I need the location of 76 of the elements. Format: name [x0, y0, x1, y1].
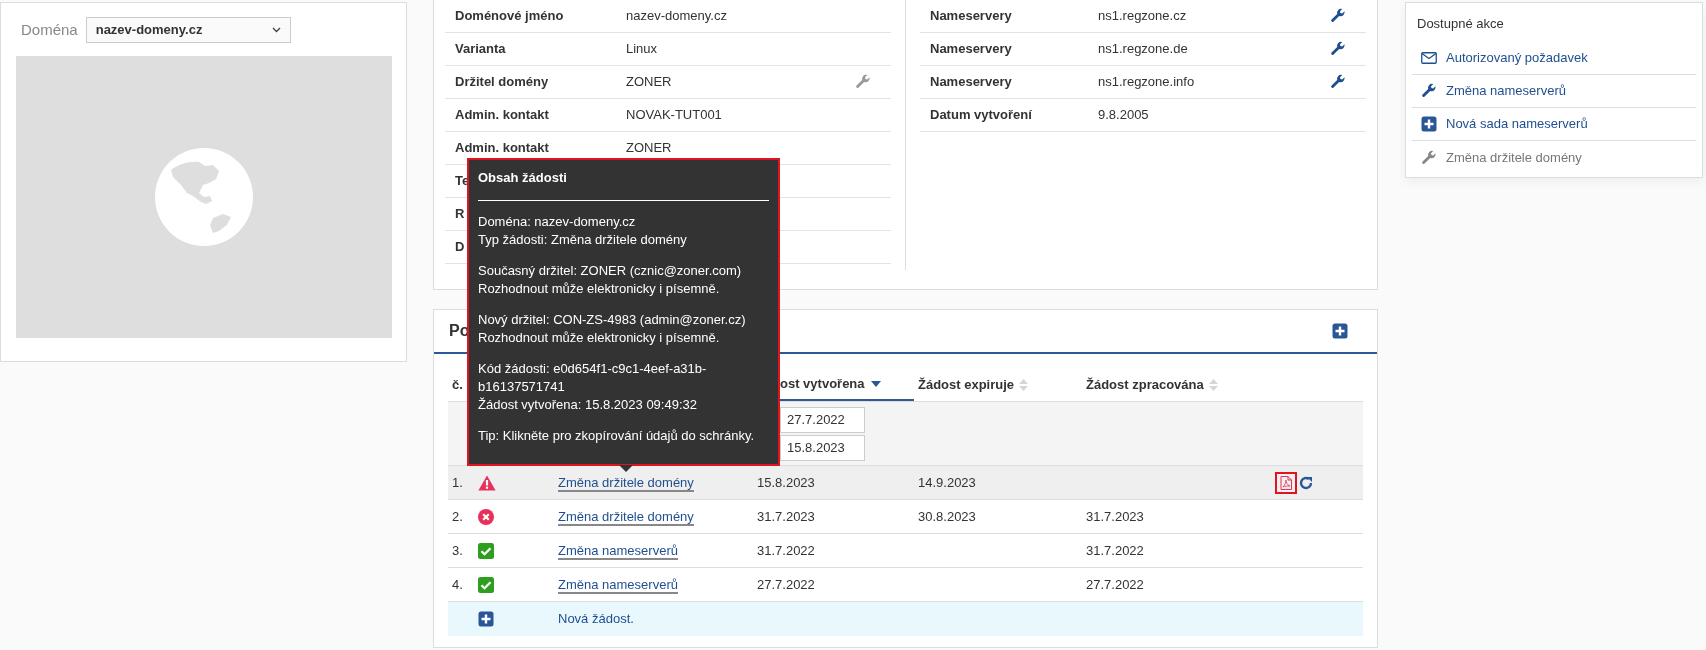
- field-label: Nameservery: [930, 40, 1012, 59]
- request-type-link[interactable]: Změna nameserverů: [558, 542, 678, 560]
- sort-descending-icon[interactable]: [870, 380, 881, 387]
- tooltip-text: Současný držitel: ZONER (cznic@zoner.com): [478, 261, 743, 280]
- table-cell-text: 27.7.2022: [756, 575, 816, 594]
- field-value: ns1.regzone.de: [1098, 40, 1188, 59]
- table-cell-text: 14.9.2023: [917, 473, 977, 492]
- domain-label: Doména: [21, 19, 78, 40]
- table-cell-text: 31.7.2022: [1085, 541, 1145, 560]
- panel-title: Dostupné akce: [1416, 15, 1505, 33]
- pdf-button[interactable]: [1275, 471, 1297, 494]
- column-header: č.: [451, 375, 464, 394]
- field-label: Nameservery: [930, 7, 1012, 26]
- pdf-icon: [1280, 475, 1292, 490]
- row-number: 2.: [451, 507, 464, 526]
- action-link[interactable]: Změna nameserverů: [1446, 81, 1566, 101]
- column-header[interactable]: Žádost expiruje: [918, 374, 1015, 395]
- field-value: ns1.regzone.cz: [1098, 7, 1187, 26]
- field-label: Admin. kontakt: [455, 139, 549, 158]
- action-link[interactable]: Nová sada nameserverů: [1446, 114, 1588, 134]
- chevron-down-icon: [271, 27, 281, 33]
- field-value: ZONER: [626, 73, 672, 92]
- tooltip-text: Rozhodnout může elektronicky i písemně.: [478, 279, 721, 298]
- table-cell-text: 31.7.2023: [1085, 507, 1145, 526]
- plus-icon: [1421, 116, 1437, 132]
- field-label: R: [455, 205, 465, 224]
- refresh-icon[interactable]: [1299, 475, 1313, 490]
- wrench-icon[interactable]: [1421, 149, 1437, 166]
- edit-icon[interactable]: [1330, 41, 1346, 57]
- tooltip-text: Žádost vytvořena: 15.8.2023 09:49:32: [478, 395, 698, 414]
- tooltip-text: Typ žádosti: Změna držitele domény: [478, 230, 688, 249]
- edit-icon[interactable]: [1330, 74, 1346, 90]
- table-cell-text: 31.7.2023: [756, 507, 816, 526]
- action-link[interactable]: Autorizovaný požadavek: [1446, 48, 1588, 68]
- date-filter-field[interactable]: 27.7.2022: [780, 407, 865, 433]
- new-request-link[interactable]: Nová žádost.: [554, 609, 753, 629]
- field-label: Datum vytvoření: [930, 106, 1032, 125]
- field-value: 9.8.2005: [1098, 106, 1149, 125]
- field-label: Nameservery: [930, 73, 1012, 92]
- table-cell-text: 31.7.2022: [756, 541, 816, 560]
- request-row[interactable]: 1. Změna držitele domény 15.8.2023 14.9.2023: [448, 466, 1363, 500]
- tooltip-text: Doména: nazev-domeny.cz: [478, 212, 637, 231]
- tooltip-text: Nový držitel: CON-ZS-4983 (admin@zoner.cz): [478, 310, 747, 329]
- domain-select[interactable]: nazev-domeny.cz: [85, 17, 291, 43]
- table-cell-text: 27.7.2022: [1085, 575, 1145, 594]
- field-value: Linux: [626, 40, 658, 59]
- row-number: 4.: [451, 575, 464, 594]
- tooltip-text: Tip: Klikněte pro zkopírování údajů do schránky.: [478, 426, 756, 445]
- tooltip-text: Kód žádosti: e0d654f1-c9c1-4eef-a31b-b16137571741: [478, 359, 708, 396]
- table-cell-text: 15.8.2023: [756, 473, 816, 492]
- tooltip-text: Rozhodnout může elektronicky i písemně.: [478, 328, 721, 347]
- add-icon[interactable]: [1332, 323, 1348, 339]
- row-number: 3.: [451, 541, 464, 560]
- request-type-link[interactable]: Změna držitele domény: [558, 508, 694, 526]
- field-value: ns1.regzone.info: [1098, 73, 1195, 92]
- edit-icon[interactable]: [1330, 8, 1346, 24]
- wrench-icon[interactable]: [1421, 83, 1437, 99]
- field-value: ZONER: [626, 139, 672, 158]
- request-type-link[interactable]: Změna nameserverů: [558, 576, 678, 594]
- date-filter-field[interactable]: 15.8.2023: [780, 435, 865, 461]
- column-header[interactable]: Žádost zpracována: [1086, 374, 1204, 395]
- add-icon[interactable]: [478, 611, 494, 627]
- field-value: NOVAK-TUT001: [626, 106, 722, 125]
- globe-icon: [155, 148, 253, 246]
- mail-icon: [1421, 52, 1437, 64]
- field-label: Doménové jméno: [455, 7, 564, 26]
- request-type-link[interactable]: Změna držitele domény: [558, 474, 694, 492]
- table-cell-text: 30.8.2023: [917, 507, 977, 526]
- column-header[interactable]: ost vytvořena: [780, 373, 865, 394]
- row-number: 1.: [451, 473, 464, 492]
- tooltip-title: Obsah žádosti: [478, 169, 568, 187]
- field-label: Admin. kontakt: [455, 106, 549, 125]
- field-label: D: [455, 238, 465, 257]
- field-label: Držitel domény: [455, 73, 549, 92]
- field-value: nazev-domeny.cz: [626, 7, 727, 26]
- field-label: Varianta: [455, 40, 506, 59]
